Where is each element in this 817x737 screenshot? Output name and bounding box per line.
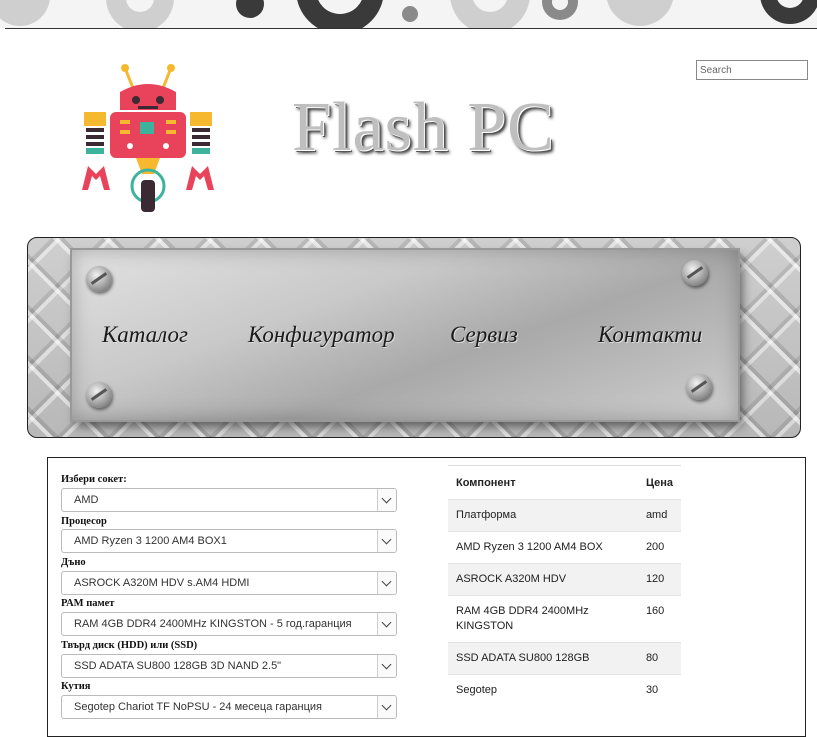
summary-table: Компонент Цена Платформа amd AMD Ryzen 3… xyxy=(448,465,681,706)
table-row: Segotep 30 xyxy=(448,674,681,706)
screw-icon xyxy=(682,260,708,286)
header-divider xyxy=(5,28,817,29)
motherboard-select[interactable]: ASROCK A320M HDV s.AM4 HDMI xyxy=(61,571,397,595)
nav-configurator[interactable]: Конфигуратор xyxy=(248,322,395,348)
gear-banner xyxy=(0,0,817,28)
cpu-label: Процесор xyxy=(61,516,107,527)
chevron-down-icon xyxy=(377,696,396,718)
screw-icon xyxy=(686,374,712,400)
socket-select-value: AMD xyxy=(74,494,99,506)
site-logo-text: Flash PC xyxy=(292,89,555,166)
storage-select[interactable]: SSD ADATA SU800 128GB 3D NAND 2.5" xyxy=(61,654,397,678)
cpu-select[interactable]: AMD Ryzen 3 1200 AM4 BOX1 xyxy=(61,529,397,553)
cpu-select-value: AMD Ryzen 3 1200 AM4 BOX1 xyxy=(74,535,227,547)
column-header-component: Компонент xyxy=(448,465,638,500)
price-cell: 30 xyxy=(637,674,681,706)
chevron-down-icon xyxy=(377,530,396,552)
price-cell: 200 xyxy=(637,531,681,564)
screw-icon xyxy=(86,266,112,292)
component-cell: Segotep xyxy=(448,674,638,706)
motherboard-select-value: ASROCK A320M HDV s.AM4 HDMI xyxy=(74,577,250,589)
chevron-down-icon xyxy=(377,489,396,511)
table-row: AMD Ryzen 3 1200 AM4 BOX 200 xyxy=(448,531,681,564)
component-cell: SSD ADATA SU800 128GB xyxy=(448,642,638,675)
motherboard-label: Дъно xyxy=(61,557,86,568)
table-row: SSD ADATA SU800 128GB 80 xyxy=(448,642,681,675)
price-cell: 80 xyxy=(637,642,681,675)
component-cell: AMD Ryzen 3 1200 AM4 BOX xyxy=(448,531,638,564)
component-cell: ASROCK A320M HDV xyxy=(448,563,638,596)
search-input[interactable] xyxy=(696,60,808,80)
price-cell: 120 xyxy=(637,563,681,596)
robot-logo xyxy=(78,62,218,214)
nav-contacts[interactable]: Контакти xyxy=(598,322,702,348)
price-cell: amd xyxy=(637,499,681,532)
column-header-price: Цена xyxy=(637,465,681,500)
component-cell: RAM 4GB DDR4 2400MHz KINGSTON xyxy=(448,595,638,643)
socket-select[interactable]: AMD xyxy=(61,488,397,512)
table-row: ASROCK A320M HDV 120 xyxy=(448,563,681,596)
nav-catalog[interactable]: Каталог xyxy=(102,322,188,348)
storage-label: Твърд диск (HDD) или (SSD) xyxy=(61,640,198,651)
storage-select-value: SSD ADATA SU800 128GB 3D NAND 2.5" xyxy=(74,660,282,672)
case-select[interactable]: Segotep Chariot TF NoPSU - 24 месеца гар… xyxy=(61,695,397,719)
socket-label: Избери сокет: xyxy=(61,474,127,485)
chevron-down-icon xyxy=(377,572,396,594)
case-select-value: Segotep Chariot TF NoPSU - 24 месеца гар… xyxy=(74,701,322,713)
ram-select-value: RAM 4GB DDR4 2400MHz KINGSTON - 5 год.га… xyxy=(74,618,352,630)
case-label: Кутия xyxy=(61,681,91,692)
table-row: Платформа amd xyxy=(448,499,681,532)
chevron-down-icon xyxy=(377,655,396,677)
table-header-row: Компонент Цена xyxy=(448,465,681,500)
configurator-panel: Избери сокет: AMD Процесор AMD Ryzen 3 1… xyxy=(47,457,806,737)
component-cell: Платформа xyxy=(448,499,638,532)
main-navigation: Каталог Конфигуратор Сервиз Контакти xyxy=(27,237,801,438)
ram-select[interactable]: RAM 4GB DDR4 2400MHz KINGSTON - 5 год.га… xyxy=(61,612,397,636)
table-row: RAM 4GB DDR4 2400MHz KINGSTON 160 xyxy=(448,595,681,643)
screw-icon xyxy=(86,382,112,408)
price-cell: 160 xyxy=(637,595,681,643)
nav-service[interactable]: Сервиз xyxy=(450,322,518,348)
ram-label: РАМ памет xyxy=(61,598,115,609)
chevron-down-icon xyxy=(377,613,396,635)
